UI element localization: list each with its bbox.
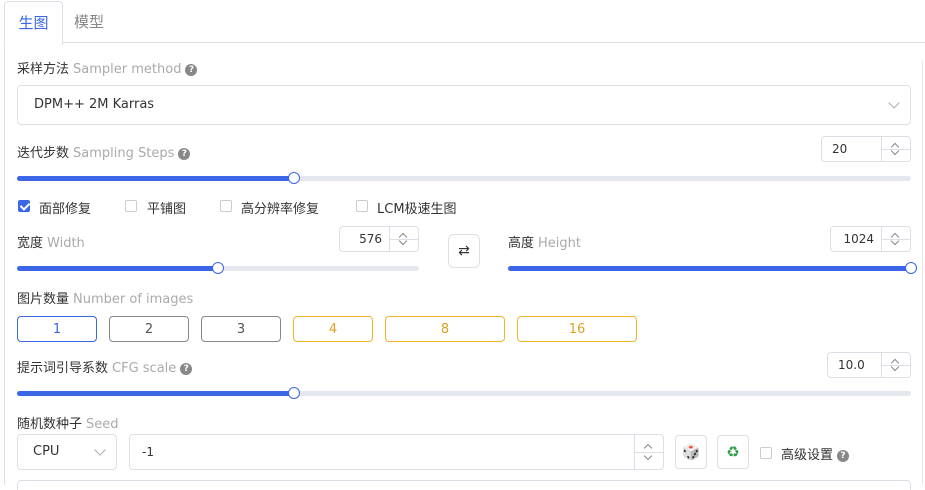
tab-models[interactable]: 模型: [74, 1, 104, 43]
width-slider-thumb[interactable]: [212, 262, 224, 274]
height-slider-thumb[interactable]: [905, 262, 917, 274]
help-icon[interactable]: ?: [180, 363, 193, 375]
image-count-2[interactable]: 2: [109, 316, 189, 342]
hires-fix-checkbox[interactable]: [220, 200, 232, 212]
images-label: 图片数量 Number of images: [17, 288, 193, 307]
images-label-zh: 图片数量: [17, 292, 70, 307]
seed-device-select[interactable]: CPU: [17, 434, 117, 470]
sampler-select[interactable]: DPM++ 2M Karras: [17, 85, 911, 125]
help-icon[interactable]: ?: [185, 64, 198, 76]
cfg-slider-fill: [17, 391, 295, 396]
height-slider-fill: [508, 266, 911, 271]
cfg-value: 10.0: [838, 358, 865, 372]
width-label: 宽度 Width: [17, 232, 85, 251]
swap-dimensions-button[interactable]: ⇄: [448, 234, 480, 268]
steps-slider[interactable]: [17, 172, 911, 184]
image-count-16[interactable]: 16: [517, 316, 637, 342]
image-count-8[interactable]: 8: [385, 316, 505, 342]
cfg-slider[interactable]: [17, 387, 911, 399]
height-value: 1024: [843, 232, 874, 246]
steps-label: 迭代步数 Sampling Steps?: [17, 142, 191, 161]
seed-label: 随机数种子 Seed: [17, 413, 119, 432]
cfg-label: 提示词引导系数 CFG scale?: [17, 357, 193, 376]
sampler-label-zh: 采样方法: [17, 62, 70, 77]
sampler-label-en: Sampler method: [73, 62, 182, 77]
width-label-zh: 宽度: [17, 236, 44, 251]
face-restore-label: 面部修复: [39, 202, 92, 217]
panel-scroll-edge: [922, 60, 923, 485]
sampler-label: 采样方法 Sampler method?: [17, 58, 198, 77]
images-label-en: Number of images: [73, 292, 194, 307]
seed-label-zh: 随机数种子: [17, 417, 83, 432]
seed-input[interactable]: -1: [129, 434, 664, 470]
image-count-4[interactable]: 4: [293, 316, 373, 342]
height-label: 高度 Height: [508, 232, 581, 251]
height-slider[interactable]: [508, 262, 917, 274]
height-label-zh: 高度: [508, 236, 535, 251]
width-label-en: Width: [47, 236, 85, 251]
sampler-value: DPM++ 2M Karras: [34, 97, 155, 112]
tiling-label: 平铺图: [147, 202, 187, 217]
hires-fix-label: 高分辨率修复: [241, 202, 320, 217]
face-restore-checkbox[interactable]: [18, 200, 30, 212]
lcm-checkbox[interactable]: [356, 200, 368, 212]
height-input[interactable]: 1024: [830, 226, 911, 252]
seed-device-value: CPU: [33, 444, 60, 459]
advanced-settings-label: 高级设置?: [781, 444, 850, 463]
advanced-settings-checkbox[interactable]: [760, 447, 772, 459]
swap-arrows-icon: ⇄: [458, 243, 470, 259]
width-input[interactable]: 576: [339, 226, 419, 252]
chevron-down-icon: [888, 97, 900, 109]
steps-slider-fill: [17, 176, 295, 181]
width-slider[interactable]: [17, 262, 419, 274]
help-icon[interactable]: ?: [178, 148, 191, 160]
tab-generate[interactable]: 生图: [4, 1, 63, 45]
cfg-label-en: CFG scale: [112, 361, 177, 376]
width-slider-fill: [17, 266, 218, 271]
steps-value: 20: [832, 142, 848, 156]
help-icon[interactable]: ?: [837, 450, 850, 462]
steps-label-zh: 迭代步数: [17, 146, 70, 161]
lcm-label: LCM极速生图: [377, 202, 457, 217]
random-seed-button[interactable]: 🎲: [675, 435, 707, 469]
seed-label-en: Seed: [86, 417, 119, 432]
next-field-edge: [17, 480, 911, 490]
cfg-input[interactable]: 10.0: [827, 352, 911, 378]
steps-label-en: Sampling Steps: [73, 146, 175, 161]
image-count-1[interactable]: 1: [17, 316, 97, 342]
image-count-3[interactable]: 3: [201, 316, 281, 342]
cfg-label-zh: 提示词引导系数: [17, 361, 109, 376]
width-value: 576: [359, 232, 382, 246]
tiling-checkbox[interactable]: [125, 200, 137, 212]
reuse-seed-button[interactable]: ♻: [717, 435, 749, 469]
advanced-settings-text: 高级设置: [781, 448, 834, 463]
decrement-icon[interactable]: [643, 451, 653, 461]
chevron-down-icon: [94, 444, 106, 456]
dice-icon: 🎲: [681, 443, 701, 461]
seed-value: -1: [142, 445, 154, 459]
recycle-icon: ♻: [726, 443, 740, 461]
steps-input[interactable]: 20: [821, 136, 911, 162]
height-label-en: Height: [538, 236, 581, 251]
